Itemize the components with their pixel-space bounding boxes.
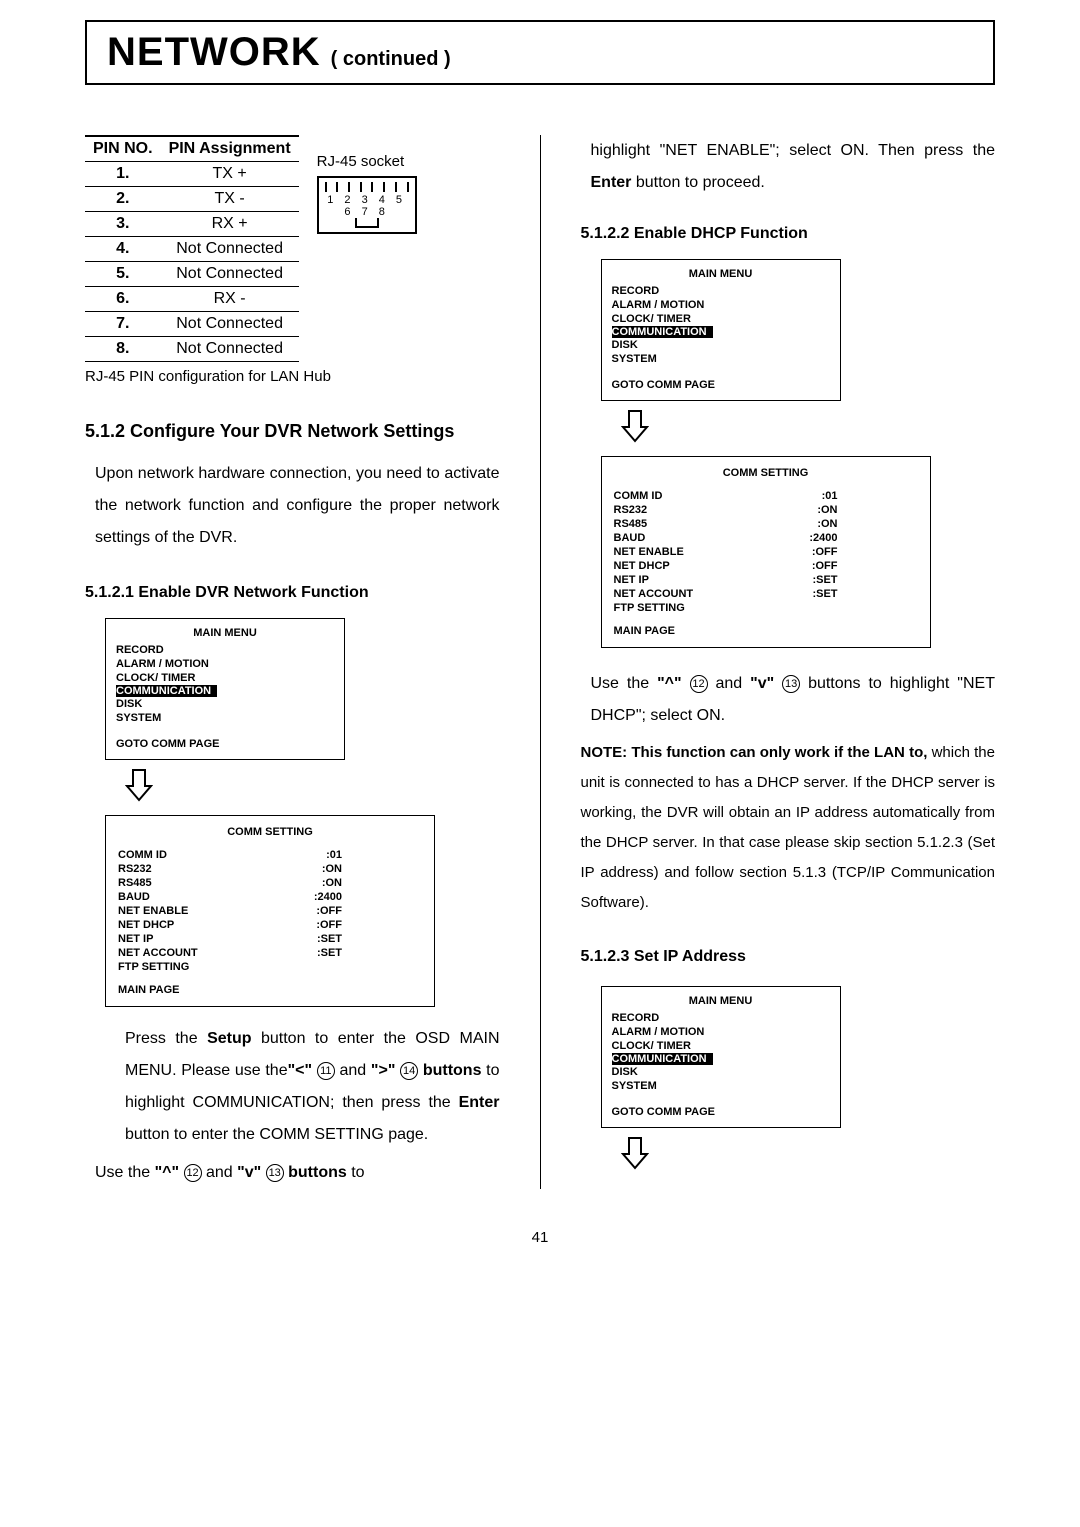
- menu-item: RECORD: [612, 1011, 830, 1025]
- page-header: NETWORK ( continued ): [85, 20, 995, 85]
- menu-item: CLOCK/ TIMER: [612, 312, 830, 326]
- comm-row: RS485:ON: [118, 876, 422, 890]
- rj45-numbers: 1 2 3 4 5 6 7 8: [321, 194, 413, 218]
- comm-setting-screen-2: COMM SETTING COMM ID:01RS232:ONRS485:ONB…: [601, 456, 931, 648]
- comm-row: RS485:ON: [614, 517, 918, 531]
- heading-5-1-2: 5.1.2 Configure Your DVR Network Setting…: [85, 417, 500, 446]
- left-column: PIN NO. PIN Assignment 1.TX +2.TX -3.RX …: [85, 135, 500, 1189]
- rj45-tab-icon: [355, 218, 379, 228]
- ref-14-icon: 14: [400, 1062, 418, 1080]
- comm-row: NET ENABLE:OFF: [614, 545, 918, 559]
- ref-11-icon: 11: [317, 1062, 335, 1080]
- menu-item: ALARM / MOTION: [116, 657, 334, 671]
- table-row: 1.TX +: [85, 162, 299, 187]
- comm-row: NET IP:SET: [118, 932, 422, 946]
- ref-13-icon: 13: [782, 675, 800, 693]
- ref-12-icon: 12: [184, 1164, 202, 1182]
- menu-item: DISK: [116, 697, 334, 711]
- menu-item: RECORD: [116, 643, 334, 657]
- paragraph-net-enable: highlight "NET ENABLE"; select ON. Then …: [591, 135, 996, 199]
- comm-main-page: MAIN PAGE: [118, 984, 422, 996]
- comm-row: NET DHCP:OFF: [118, 918, 422, 932]
- menu-goto: GOTO COMM PAGE: [612, 378, 830, 392]
- rj45-teeth-icon: [321, 182, 413, 192]
- rj45-label: RJ-45 socket: [317, 153, 417, 170]
- title-sub: ( continued ): [331, 48, 451, 71]
- menu-item: RECORD: [612, 284, 830, 298]
- paragraph-use-buttons-2: Use the "^" 12 and "v" 13 buttons to hig…: [591, 668, 996, 732]
- main-menu-screen-3: MAIN MENU RECORDALARM / MOTIONCLOCK/ TIM…: [601, 986, 841, 1128]
- menu-item: CLOCK/ TIMER: [116, 671, 334, 685]
- menu-item: DISK: [612, 1065, 830, 1079]
- table-row: 3.RX +: [85, 212, 299, 237]
- comm-setting-screen-1: COMM SETTING COMM ID:01RS232:ONRS485:ONB…: [105, 815, 435, 1007]
- table-row: 7.Not Connected: [85, 312, 299, 337]
- comm-row: BAUD:2400: [614, 531, 918, 545]
- right-column: highlight "NET ENABLE"; select ON. Then …: [581, 135, 996, 1189]
- comm-row: NET ENABLE:OFF: [118, 904, 422, 918]
- menu-title: MAIN MENU: [612, 995, 830, 1007]
- paragraph-use-buttons: Use the "^" 12 and "v" 13 buttons to: [95, 1157, 500, 1189]
- comm-row: BAUD:2400: [118, 890, 422, 904]
- table-row: 2.TX -: [85, 187, 299, 212]
- paragraph-5-1-2: Upon network hardware connection, you ne…: [95, 458, 500, 554]
- menu-item: SYSTEM: [612, 352, 830, 366]
- table-row: 8.Not Connected: [85, 337, 299, 362]
- pin-header-assign: PIN Assignment: [161, 136, 299, 162]
- menu-item: ALARM / MOTION: [612, 1025, 830, 1039]
- title-main: NETWORK: [107, 30, 321, 75]
- comm-row: COMM ID:01: [118, 848, 422, 862]
- comm-row: NET ACCOUNT:SET: [614, 587, 918, 601]
- comm-row: NET IP:SET: [614, 573, 918, 587]
- menu-item: CLOCK/ TIMER: [612, 1039, 830, 1053]
- paragraph-press-setup: Press the Setup button to enter the OSD …: [125, 1023, 500, 1151]
- menu-title: MAIN MENU: [612, 268, 830, 280]
- menu-item: ALARM / MOTION: [612, 298, 830, 312]
- heading-5-1-2-2: 5.1.2.2 Enable DHCP Function: [581, 225, 996, 243]
- table-row: 5.Not Connected: [85, 262, 299, 287]
- ref-13-icon: 13: [266, 1164, 284, 1182]
- menu-title: MAIN MENU: [116, 627, 334, 639]
- pin-header-no: PIN NO.: [85, 136, 161, 162]
- rj45-socket-diagram: RJ-45 socket 1 2 3 4 5 6 7 8: [317, 153, 417, 234]
- table-row: 6.RX -: [85, 287, 299, 312]
- note-paragraph: NOTE: This function can only work if the…: [581, 738, 996, 918]
- comm-title: COMM SETTING: [118, 826, 422, 838]
- menu-item: COMMUNICATION: [612, 1053, 830, 1065]
- main-menu-screen-2: MAIN MENU RECORDALARM / MOTIONCLOCK/ TIM…: [601, 259, 841, 401]
- comm-row: COMM ID:01: [614, 489, 918, 503]
- comm-row: RS232:ON: [614, 503, 918, 517]
- comm-row: NET DHCP:OFF: [614, 559, 918, 573]
- heading-5-1-2-1: 5.1.2.1 Enable DVR Network Function: [85, 584, 500, 602]
- menu-item: COMMUNICATION: [612, 326, 830, 338]
- menu-item: DISK: [612, 338, 830, 352]
- comm-row: NET ACCOUNT:SET: [118, 946, 422, 960]
- arrow-down-icon: [621, 1136, 996, 1175]
- main-menu-screen-1: MAIN MENU RECORDALARM / MOTIONCLOCK/ TIM…: [105, 618, 345, 760]
- table-row: 4.Not Connected: [85, 237, 299, 262]
- menu-item: COMMUNICATION: [116, 685, 334, 697]
- comm-main-page: MAIN PAGE: [614, 625, 918, 637]
- arrow-down-icon: [125, 768, 500, 807]
- ref-12-icon: 12: [690, 675, 708, 693]
- comm-row: FTP SETTING: [614, 601, 918, 615]
- page-number: 41: [85, 1229, 995, 1246]
- heading-5-1-2-3: 5.1.2.3 Set IP Address: [581, 948, 996, 966]
- menu-goto: GOTO COMM PAGE: [612, 1105, 830, 1119]
- comm-title: COMM SETTING: [614, 467, 918, 479]
- comm-row: RS232:ON: [118, 862, 422, 876]
- menu-goto: GOTO COMM PAGE: [116, 737, 334, 751]
- pin-table: PIN NO. PIN Assignment 1.TX +2.TX -3.RX …: [85, 135, 299, 362]
- arrow-down-icon: [621, 409, 996, 448]
- column-divider: [540, 135, 541, 1189]
- menu-item: SYSTEM: [612, 1079, 830, 1093]
- comm-row: FTP SETTING: [118, 960, 422, 974]
- menu-item: SYSTEM: [116, 711, 334, 725]
- pin-caption: RJ-45 PIN configuration for LAN Hub: [85, 368, 500, 385]
